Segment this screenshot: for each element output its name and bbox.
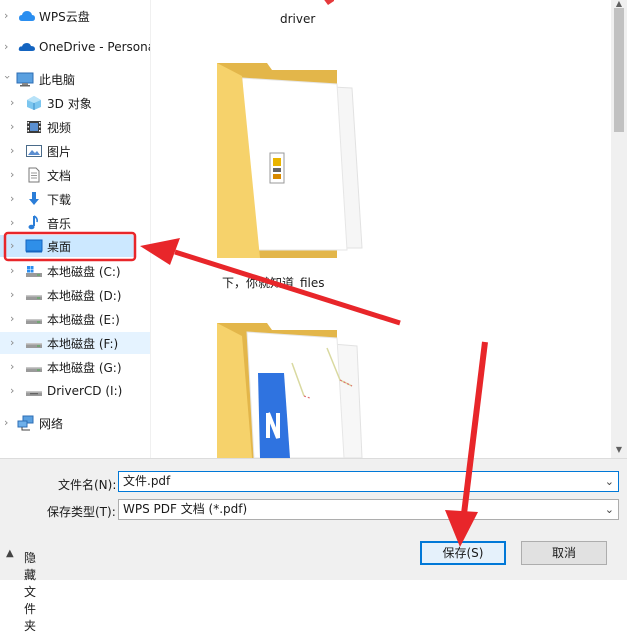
desktop-icon [25, 239, 43, 253]
nav-item-drive-g[interactable]: › 本地磁盘 (G:) [0, 356, 150, 378]
nav-item-label: WPS云盘 [39, 9, 90, 24]
nav-item-videos[interactable]: › 视频 [0, 116, 150, 138]
chevron-right-icon[interactable]: › [10, 169, 18, 180]
3d-objects-icon [27, 96, 41, 110]
nav-item-downloads[interactable]: › 下载 [0, 188, 150, 210]
chevron-right-icon[interactable]: › [10, 313, 18, 324]
nav-item-label: 桌面 [47, 239, 72, 254]
scrollbar-thumb[interactable] [614, 8, 624, 132]
nav-item-pictures[interactable]: › 图片 [0, 140, 150, 162]
save-button[interactable]: 保存(S) [420, 541, 506, 565]
music-icon [28, 215, 38, 230]
chevron-right-icon[interactable]: › [4, 41, 12, 52]
computer-icon [16, 72, 34, 87]
nav-item-label: 网络 [39, 416, 64, 431]
chevron-right-icon[interactable]: › [4, 417, 12, 428]
filetype-value: WPS PDF 文档 (*.pdf) [123, 502, 248, 516]
nav-item-this-pc[interactable]: › 此电脑 [0, 68, 150, 90]
cancel-button[interactable]: 取消 [521, 541, 607, 565]
pictures-icon [26, 145, 42, 157]
file-item-driver[interactable]: driver [252, 0, 342, 30]
folder-icon [217, 63, 363, 258]
documents-icon [28, 167, 40, 183]
nav-item-label: DriverCD (I:) [47, 384, 123, 398]
nav-item-desktop[interactable]: › 桌面 [0, 235, 135, 257]
file-item-label: driver [280, 12, 316, 26]
chevron-up-icon: ▲ [6, 548, 14, 559]
nav-item-label: 3D 对象 [47, 96, 92, 111]
folder-icon [324, 0, 334, 5]
nav-item-label: 图片 [47, 144, 72, 159]
cloud-icon [19, 11, 35, 21]
chevron-right-icon[interactable]: › [10, 361, 18, 372]
download-icon [29, 192, 39, 205]
chevron-right-icon[interactable]: › [10, 337, 18, 348]
network-icon [17, 415, 34, 431]
chevron-right-icon[interactable]: › [10, 121, 18, 132]
drive-icon [26, 295, 42, 300]
drive-icon [26, 343, 42, 348]
nav-item-label: 文档 [47, 168, 72, 183]
nav-item-label: 下载 [47, 192, 72, 207]
chevron-right-icon[interactable]: › [10, 97, 18, 108]
nav-item-label: 本地磁盘 (C:) [47, 264, 121, 279]
nav-item-drive-e[interactable]: › 本地磁盘 (E:) [0, 308, 150, 330]
nav-item-network[interactable]: › 网络 [0, 412, 150, 434]
navigation-pane[interactable]: › WPS云盘 › OneDrive - Persona › 此电脑 › 3D … [0, 0, 151, 458]
nav-item-onedrive[interactable]: › OneDrive - Persona [0, 36, 150, 58]
nav-item-label: 音乐 [47, 216, 72, 231]
onedrive-icon [18, 43, 35, 51]
chevron-down-icon[interactable]: ⌄ [605, 472, 614, 491]
nav-item-3d-objects[interactable]: › 3D 对象 [0, 92, 150, 114]
chevron-down-icon[interactable]: ⌄ [605, 500, 614, 519]
nav-item-label: OneDrive - Persona [39, 40, 151, 54]
chevron-right-icon[interactable]: › [10, 217, 18, 228]
drive-icon [26, 319, 42, 324]
video-icon [27, 121, 41, 133]
nav-item-label: 本地磁盘 (D:) [47, 288, 122, 303]
save-dialog-footer: 文件名(N): 文件.pdf ⌄ 保存类型(T): WPS PDF 文档 (*.… [0, 458, 627, 633]
scroll-down-icon[interactable]: ▼ [615, 446, 623, 454]
file-item-label: 下，你就知道_files [222, 276, 325, 290]
nav-item-music[interactable]: › 音乐 [0, 212, 150, 234]
vertical-scrollbar[interactable]: ▲ ▼ [611, 0, 627, 458]
nav-item-documents[interactable]: › 文档 [0, 164, 150, 186]
nav-item-label: 本地磁盘 (E:) [47, 312, 120, 327]
hide-folders-label: 隐藏文件夹 [24, 551, 37, 633]
filename-value: 文件.pdf [123, 474, 171, 488]
chevron-right-icon[interactable]: › [10, 385, 18, 396]
nav-item-label: 视频 [47, 120, 72, 135]
nav-item-drive-c[interactable]: › 本地磁盘 (C:) [0, 260, 150, 282]
drive-c-icon [26, 266, 42, 277]
nav-item-drive-d[interactable]: › 本地磁盘 (D:) [0, 284, 150, 306]
chevron-down-icon[interactable]: › [1, 75, 14, 83]
nav-item-label: 本地磁盘 (G:) [47, 360, 122, 375]
cd-drive-icon [26, 391, 42, 396]
file-item-folder-files[interactable]: 下，你就知道_files [212, 58, 382, 298]
file-list-pane[interactable]: driver 下，你就知道_files [152, 0, 612, 458]
chevron-right-icon[interactable]: › [4, 10, 12, 21]
nav-item-drive-i[interactable]: › DriverCD (I:) [0, 380, 150, 402]
file-item-folder-wps[interactable] [212, 318, 382, 458]
filetype-select[interactable]: WPS PDF 文档 (*.pdf) ⌄ [118, 499, 619, 520]
chevron-right-icon[interactable]: › [10, 289, 18, 300]
scroll-up-icon[interactable]: ▲ [615, 0, 623, 8]
chevron-right-icon[interactable]: › [10, 145, 18, 156]
folder-icon [217, 323, 363, 458]
filename-label: 文件名(N): [58, 478, 117, 492]
drive-icon [26, 367, 42, 372]
chevron-right-icon[interactable]: › [10, 193, 18, 204]
nav-item-label: 此电脑 [39, 72, 76, 87]
nav-item-drive-f[interactable]: › 本地磁盘 (F:) [0, 332, 150, 354]
filename-input[interactable]: 文件.pdf ⌄ [118, 471, 619, 492]
filetype-label: 保存类型(T): [47, 505, 116, 519]
chevron-right-icon[interactable]: › [10, 265, 18, 276]
chevron-right-icon[interactable]: › [10, 240, 18, 251]
nav-item-wps-cloud[interactable]: › WPS云盘 [0, 5, 150, 27]
nav-item-label: 本地磁盘 (F:) [47, 336, 119, 351]
